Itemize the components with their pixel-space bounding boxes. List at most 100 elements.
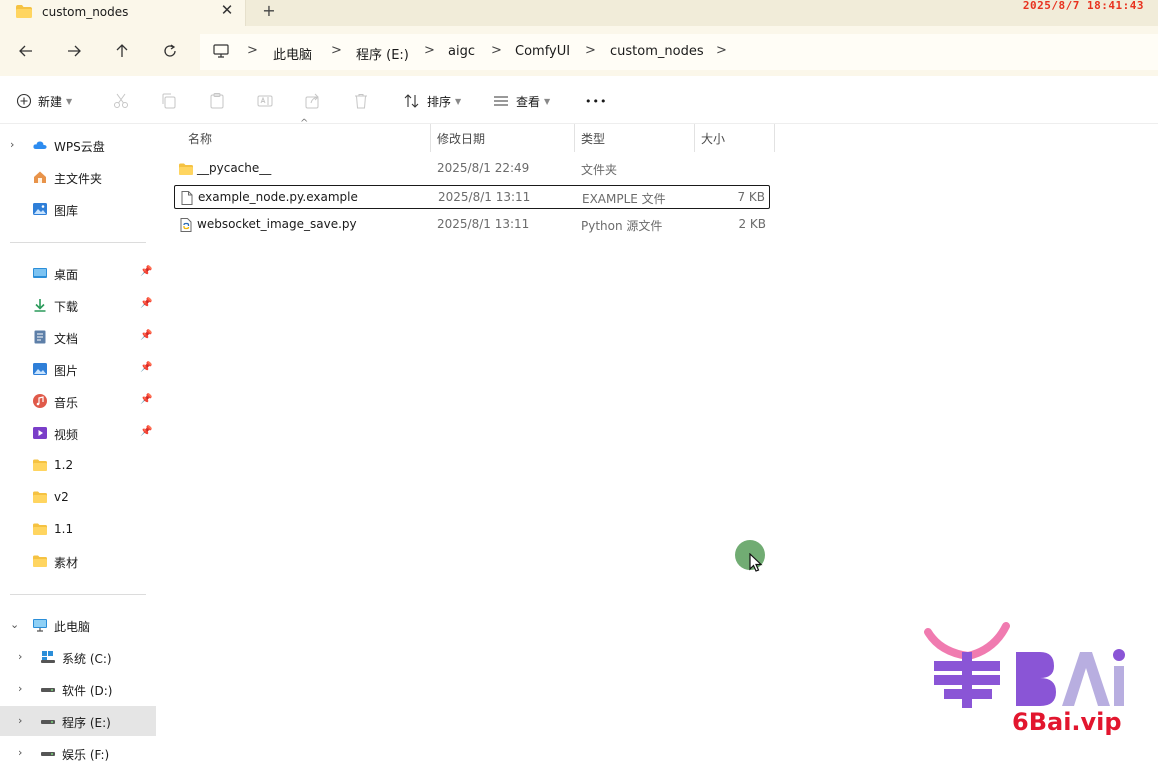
clock-overlay: 2025/8/7 18:41:43 bbox=[1022, 0, 1144, 12]
column-header-size[interactable]: 大小 bbox=[695, 124, 775, 152]
chevron-down-icon[interactable]: ⌄ bbox=[10, 618, 19, 631]
arrow-up-icon bbox=[116, 44, 128, 57]
new-button[interactable]: 新建 ▼ bbox=[16, 90, 72, 112]
file-row[interactable]: __pycache__ 2025/8/1 22:49 文件夹 bbox=[174, 157, 770, 181]
sidebar-item-label: v2 bbox=[54, 490, 69, 504]
column-header-date[interactable]: 修改日期 bbox=[431, 124, 575, 152]
sidebar-item-documents[interactable]: 文档 📌 bbox=[0, 322, 156, 352]
watermark-logo: 6Bai.vip bbox=[920, 622, 1130, 742]
pin-icon[interactable]: 📌 bbox=[140, 266, 152, 277]
sidebar-item-drive-d[interactable]: › 软件 (D:) bbox=[0, 674, 156, 704]
sidebar-item-folder-1-1[interactable]: 1.1 bbox=[0, 514, 156, 544]
paste-button[interactable] bbox=[208, 90, 226, 112]
sidebar-item-home[interactable]: 主文件夹 bbox=[0, 162, 156, 192]
breadcrumb-this-pc[interactable]: 此电脑 bbox=[273, 44, 312, 63]
arrow-right-icon bbox=[68, 45, 81, 57]
sidebar-item-downloads[interactable]: 下载 📌 bbox=[0, 290, 156, 320]
sort-button[interactable]: 排序 ▼ bbox=[403, 90, 461, 112]
sidebar-item-label: 音乐 bbox=[54, 396, 79, 410]
file-row[interactable]: websocket_image_save.py 2025/8/1 13:11 P… bbox=[174, 213, 770, 237]
sidebar-item-videos[interactable]: 视频 📌 bbox=[0, 418, 156, 448]
folder-icon bbox=[33, 555, 47, 567]
chevron-down-icon: ▼ bbox=[455, 96, 462, 106]
sidebar-item-drive-f[interactable]: › 娱乐 (F:) bbox=[0, 738, 156, 762]
pin-icon[interactable]: 📌 bbox=[140, 330, 152, 341]
breadcrumb-drive-e[interactable]: 程序 (E:) bbox=[356, 44, 409, 63]
scissors-icon bbox=[114, 93, 128, 108]
system-drive-icon bbox=[41, 651, 55, 663]
sidebar-item-label: 程序 (E:) bbox=[62, 716, 111, 730]
sidebar-item-label: 素材 bbox=[54, 556, 79, 570]
forward-button[interactable] bbox=[63, 40, 85, 62]
file-row-focused[interactable]: example_node.py.example 2025/8/1 13:11 E… bbox=[174, 185, 770, 209]
share-button[interactable] bbox=[304, 90, 322, 112]
sidebar-item-folder-1-2[interactable]: 1.2 bbox=[0, 450, 156, 480]
sidebar-divider bbox=[10, 242, 146, 243]
breadcrumb-separator: > bbox=[331, 43, 342, 58]
breadcrumb-custom-nodes[interactable]: custom_nodes bbox=[610, 44, 704, 59]
gallery-icon bbox=[33, 203, 47, 215]
sidebar-item-desktop[interactable]: 桌面 📌 bbox=[0, 258, 156, 288]
document-icon bbox=[34, 330, 46, 344]
rename-button[interactable] bbox=[256, 90, 274, 112]
address-bar[interactable]: > 此电脑 > 程序 (E:) > aigc > ComfyUI > custo… bbox=[200, 34, 1158, 70]
refresh-button[interactable] bbox=[159, 40, 181, 62]
drive-icon bbox=[41, 752, 55, 756]
sidebar-item-this-pc[interactable]: ⌄ 此电脑 bbox=[0, 610, 156, 640]
chevron-right-icon[interactable]: › bbox=[18, 650, 22, 663]
sidebar-item-music[interactable]: 音乐 📌 bbox=[0, 386, 156, 416]
new-label: 新建 bbox=[38, 94, 63, 109]
breadcrumb-separator: > bbox=[424, 43, 435, 58]
column-header-type[interactable]: 类型 bbox=[575, 124, 695, 152]
clipboard-icon bbox=[210, 93, 224, 109]
sidebar-item-pictures[interactable]: 图片 📌 bbox=[0, 354, 156, 384]
sidebar-item-folder-v2[interactable]: v2 bbox=[0, 482, 156, 512]
delete-button[interactable] bbox=[352, 90, 370, 112]
navigation-bar: > 此电脑 > 程序 (E:) > aigc > ComfyUI > custo… bbox=[0, 26, 1158, 76]
mouse-pointer-icon bbox=[749, 553, 763, 572]
chevron-right-icon[interactable]: › bbox=[10, 138, 14, 151]
pin-icon[interactable]: 📌 bbox=[140, 394, 152, 405]
sidebar-item-wps-cloud[interactable]: › WPS云盘 bbox=[0, 130, 156, 160]
file-name: websocket_image_save.py bbox=[197, 217, 357, 231]
breadcrumb-aigc[interactable]: aigc bbox=[448, 44, 475, 59]
file-size: 7 KB bbox=[737, 190, 765, 204]
breadcrumb-separator: > bbox=[716, 43, 727, 58]
sidebar-item-label: 下载 bbox=[54, 300, 79, 314]
chevron-right-icon[interactable]: › bbox=[18, 746, 22, 759]
pin-icon[interactable]: 📌 bbox=[140, 362, 152, 373]
sidebar-item-label: 桌面 bbox=[54, 268, 79, 282]
view-button[interactable]: 查看 ▼ bbox=[492, 90, 550, 112]
desktop-icon bbox=[33, 268, 47, 278]
new-tab-button[interactable]: + bbox=[258, 1, 280, 23]
picture-icon bbox=[33, 363, 47, 375]
chevron-right-icon[interactable]: › bbox=[18, 682, 22, 695]
arrow-left-icon bbox=[19, 45, 32, 57]
column-header-name[interactable]: 名称 bbox=[182, 124, 431, 152]
sidebar-item-label: 1.1 bbox=[54, 522, 74, 536]
breadcrumb-comfyui[interactable]: ComfyUI bbox=[515, 44, 570, 59]
watermark-text: 6Bai.vip bbox=[1012, 708, 1122, 736]
copy-button[interactable] bbox=[160, 90, 178, 112]
sidebar-item-drive-e[interactable]: › 程序 (E:) bbox=[0, 706, 156, 736]
folder-icon bbox=[33, 459, 47, 471]
sidebar-item-label: 文档 bbox=[54, 332, 79, 346]
chevron-down-icon: ▼ bbox=[66, 96, 73, 106]
drive-icon bbox=[41, 688, 55, 692]
sidebar-item-folder-sucai[interactable]: 素材 bbox=[0, 546, 156, 576]
pin-icon[interactable]: 📌 bbox=[140, 426, 152, 437]
file-type: 文件夹 bbox=[581, 163, 618, 177]
sidebar-item-gallery[interactable]: 图库 bbox=[0, 194, 156, 224]
back-button[interactable] bbox=[15, 40, 37, 62]
close-tab-icon[interactable]: ✕ bbox=[218, 1, 236, 23]
tab-custom-nodes[interactable]: custom_nodes ✕ bbox=[0, 0, 246, 26]
cut-button[interactable] bbox=[112, 90, 130, 112]
sidebar-item-label: 主文件夹 bbox=[54, 172, 103, 186]
file-date: 2025/8/1 22:49 bbox=[437, 161, 530, 175]
chevron-right-icon[interactable]: › bbox=[18, 714, 22, 727]
sidebar-item-label: 视频 bbox=[54, 428, 79, 442]
pin-icon[interactable]: 📌 bbox=[140, 298, 152, 309]
up-button[interactable] bbox=[111, 40, 133, 62]
more-options-button[interactable]: ••• bbox=[585, 90, 607, 112]
sidebar-item-drive-c[interactable]: › 系统 (C:) bbox=[0, 642, 156, 672]
